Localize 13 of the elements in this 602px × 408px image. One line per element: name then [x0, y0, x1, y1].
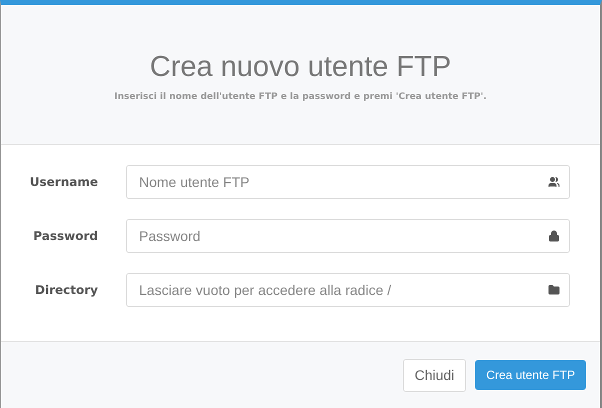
input-field[interactable]: Nome utente FTP: [126, 165, 570, 199]
dialog-title: Crea nuovo utente FTP: [150, 51, 452, 84]
close-button[interactable]: Chiudi: [402, 358, 466, 392]
input-field[interactable]: Password: [126, 219, 570, 253]
lock-icon: [548, 230, 560, 242]
input-field[interactable]: Lasciare vuoto per accedere alla radice /: [126, 273, 570, 307]
dialog-subtitle: Inserisci il nome dell'utente FTP e la password e premi 'Crea utente FTP'.: [114, 92, 487, 102]
users-icon: [548, 176, 560, 188]
field-label: Password: [32, 229, 98, 243]
create-button[interactable]: Crea utente FTP: [475, 360, 586, 390]
field-label: Username: [28, 175, 98, 189]
field-label: Directory: [34, 283, 98, 297]
folder-icon: [548, 284, 560, 296]
